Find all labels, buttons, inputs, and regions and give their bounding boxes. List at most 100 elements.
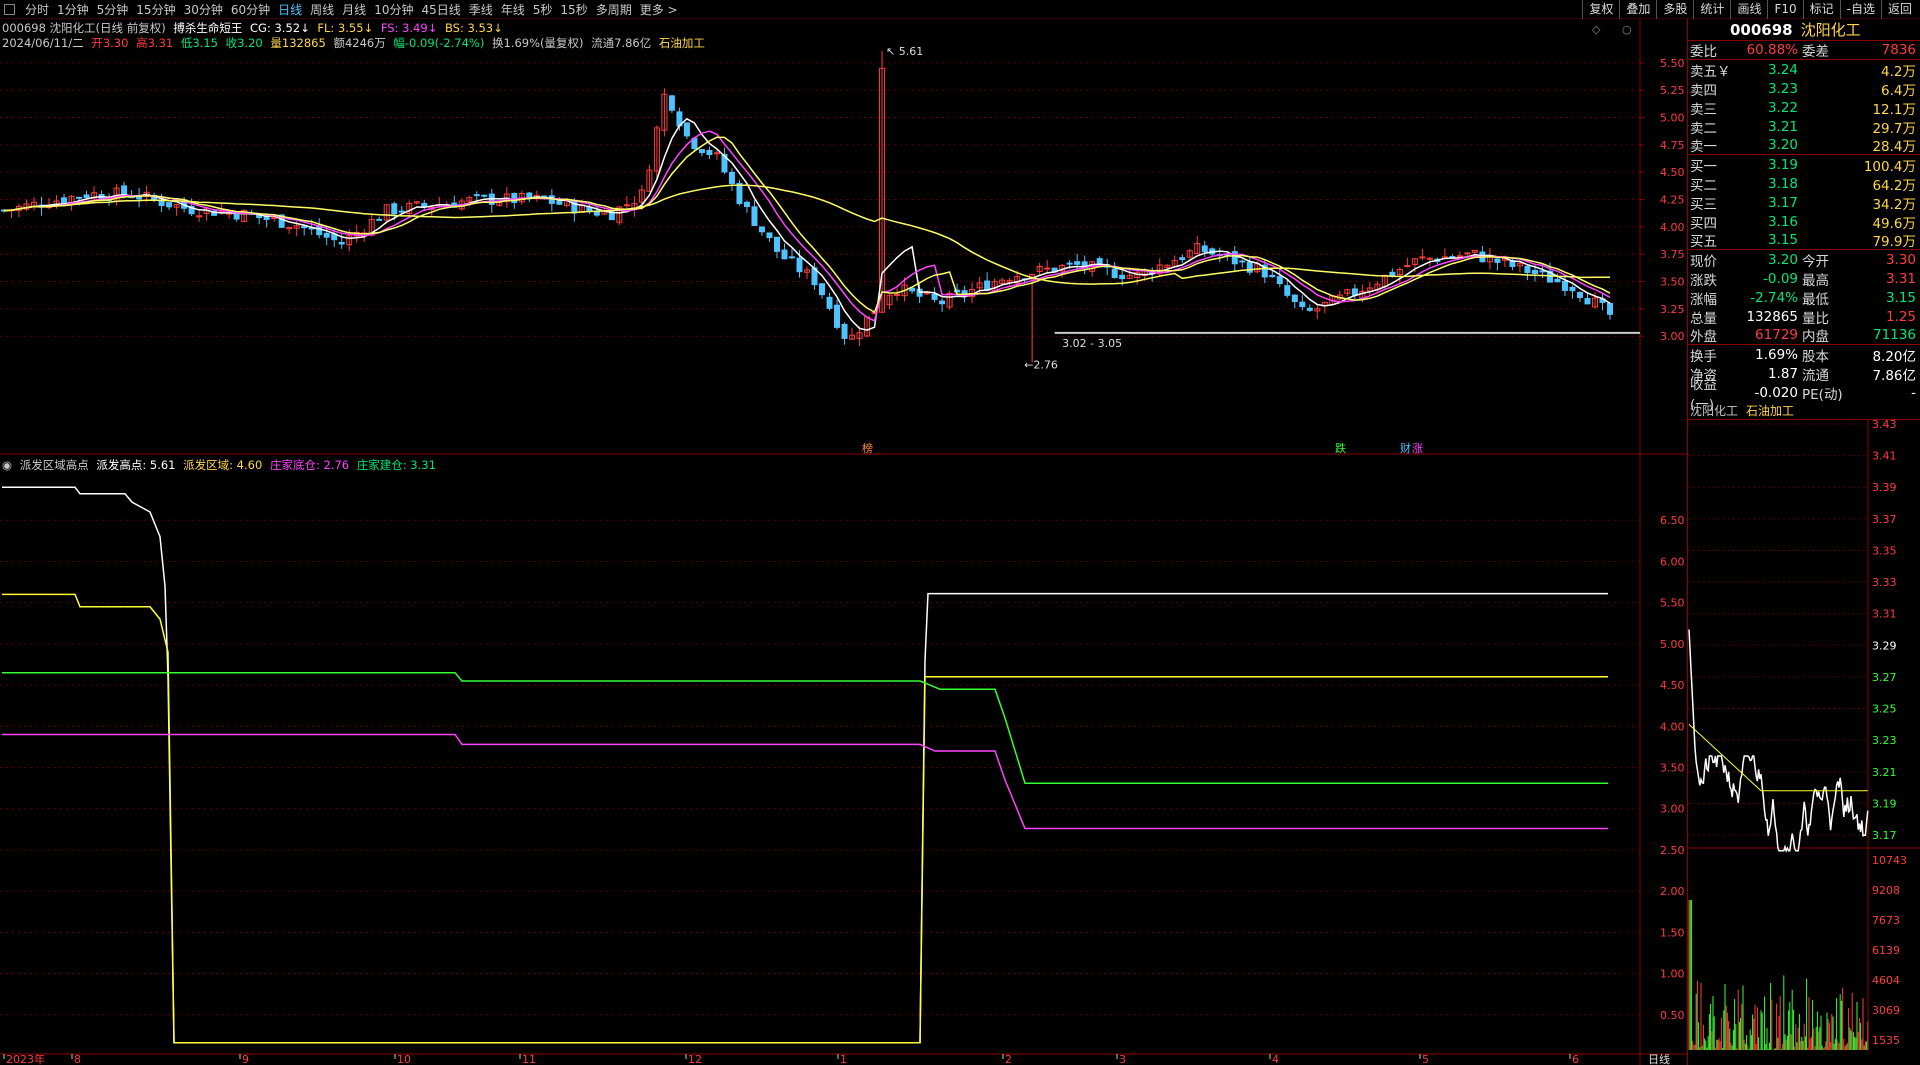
mini-price-label: 3.31 bbox=[1872, 608, 1897, 621]
mini-volume-label: 1535 bbox=[1872, 1034, 1900, 1047]
stat-value-a-1: -0.09 bbox=[1763, 270, 1798, 287]
candle-body bbox=[1239, 260, 1246, 263]
overlay-button[interactable]: 叠加 bbox=[1619, 0, 1656, 19]
ask-row-2-label: 卖二 bbox=[1690, 120, 1717, 137]
candle-body bbox=[706, 150, 713, 155]
ask-row-1-volume: 28.4万 bbox=[1872, 139, 1916, 155]
diamond-icon-main: ◇ bbox=[1592, 23, 1601, 36]
bid-row-3: 买三 3.17 34.2万 bbox=[1688, 193, 1920, 213]
candle-body bbox=[826, 296, 833, 309]
period-tab-monthly[interactable]: 月线 bbox=[338, 1, 370, 19]
moving-averages bbox=[3, 117, 1611, 331]
candle-body bbox=[61, 197, 68, 204]
period-tab-fenshi[interactable]: 分时 bbox=[21, 1, 53, 19]
x-tick-label: 12 bbox=[688, 1053, 702, 1065]
period-high-label: ↖ 5.61 bbox=[886, 45, 923, 58]
period-tab-60min[interactable]: 60分钟 bbox=[227, 1, 274, 19]
ask-row-5-price: 3.24 bbox=[1767, 61, 1798, 78]
period-tab-5min[interactable]: 5分钟 bbox=[93, 1, 133, 19]
period-tab-5sec[interactable]: 5秒 bbox=[529, 1, 557, 19]
candle-body bbox=[1299, 301, 1306, 308]
stat2-value-a-2: -0.020 bbox=[1754, 384, 1798, 401]
mini-sector-name[interactable]: 石油加工 bbox=[1746, 402, 1794, 419]
stat2-label-a-0: 换手 bbox=[1690, 348, 1717, 365]
bid-row-4: 买四 3.16 49.6万 bbox=[1688, 212, 1920, 232]
stat-label-a-1: 涨跌 bbox=[1690, 272, 1717, 289]
period-label: 日线 bbox=[1648, 1052, 1670, 1065]
x-tick-label: 1 bbox=[840, 1053, 847, 1065]
quote-stats-fundamental: 换手 1.69% 股本 8.20亿 净资 1.87 流通 7.86亿 收益(一) -0.020 PE… bbox=[1688, 345, 1920, 413]
intraday-mini-chart[interactable]: 3.43 3.41 3.39 3.37 3.35 3.33 3.31 3.29 3.27 3.25… bbox=[1688, 418, 1920, 1053]
stat-row-4: 外盘 61729 内盘 71136 bbox=[1688, 326, 1920, 345]
stock-name[interactable]: 沈阳化工 bbox=[1801, 19, 1861, 40]
stat2-row-2: 收益(一) -0.020 PE(动) - bbox=[1688, 377, 1920, 413]
sub-value-axis: 6.50 6.00 5.50 5.00 4.50 4.00 3.50 3.00 2.50 2.00… bbox=[1660, 514, 1685, 1022]
period-tab-15min[interactable]: 15分钟 bbox=[132, 1, 179, 19]
stat-value-a-2: -2.74% bbox=[1750, 289, 1798, 306]
candlesticks bbox=[1, 50, 1613, 363]
period-tab-10min[interactable]: 10分钟 bbox=[370, 1, 417, 19]
stat2-row-0: 换手 1.69% 股本 8.20亿 bbox=[1688, 345, 1920, 365]
candle-body bbox=[751, 206, 758, 226]
candle-body bbox=[683, 122, 690, 137]
period-tab-yearly[interactable]: 年线 bbox=[497, 1, 529, 19]
mark-button[interactable]: 标记 bbox=[1802, 0, 1840, 19]
candle-body bbox=[894, 293, 901, 296]
mini-price-label: 3.39 bbox=[1872, 481, 1897, 494]
sub-indicator-name[interactable]: 派发区域高点 bbox=[20, 458, 89, 472]
distribution-indicator-lines bbox=[2, 486, 1608, 1044]
statistics-button[interactable]: 统计 bbox=[1693, 0, 1730, 19]
draw-line-button[interactable]: 画线 bbox=[1730, 0, 1767, 19]
candle-body bbox=[1607, 302, 1613, 315]
period-tab-more[interactable]: 更多 > bbox=[636, 1, 682, 19]
period-tab-15sec[interactable]: 15秒 bbox=[556, 1, 591, 19]
multi-stock-button[interactable]: 多股 bbox=[1656, 0, 1693, 19]
mini-price-label: 3.35 bbox=[1872, 544, 1897, 557]
candle-body bbox=[473, 194, 480, 197]
x-tick-label: 2023年 bbox=[6, 1052, 45, 1065]
stat-value-b-0: 3.30 bbox=[1885, 251, 1916, 268]
period-tab-45day[interactable]: 45日线 bbox=[417, 1, 464, 19]
restore-rights-button[interactable]: 复权 bbox=[1582, 0, 1619, 19]
ask-row-5-volume: 4.2万 bbox=[1881, 63, 1916, 80]
chart-area[interactable]: 5.50 5.25 5.00 4.75 4.50 4.25 4.00 3.75 3.50 3.25… bbox=[0, 19, 1687, 1065]
mini-volume-label: 7673 bbox=[1872, 914, 1900, 927]
mini-price-label: 3.43 bbox=[1872, 420, 1897, 431]
menu-square-icon[interactable] bbox=[4, 4, 15, 15]
period-tab-daily[interactable]: 日线 bbox=[274, 1, 306, 19]
mini-stock-name[interactable]: 沈阳化工 bbox=[1690, 402, 1738, 419]
x-tick-label: 3 bbox=[1119, 1053, 1126, 1065]
candle-body bbox=[1246, 261, 1253, 273]
legend-distribution-zone: 派发区域: 4.60 bbox=[183, 458, 263, 472]
main-price-axis: 5.50 5.25 5.00 4.75 4.50 4.25 4.00 3.75 3.50 3.25… bbox=[1640, 57, 1685, 343]
candle-body bbox=[1554, 278, 1561, 283]
price-annotations: ↖ 5.61 ←2.76 3.02 - 3.05 榜 跌 财涨 ◇ ○ bbox=[862, 23, 1640, 455]
sub-indicator-icon[interactable]: ◉ bbox=[2, 458, 12, 472]
candle-body bbox=[1569, 286, 1576, 292]
candle-body bbox=[1269, 274, 1276, 278]
ask-row-4-label: 卖四 bbox=[1690, 82, 1717, 99]
f10-button[interactable]: F10 bbox=[1767, 0, 1802, 19]
period-tab-weekly[interactable]: 周线 bbox=[306, 1, 338, 19]
price-tick-label: 5.50 bbox=[1660, 57, 1685, 70]
sub-tick-label: 0.50 bbox=[1660, 1009, 1685, 1022]
price-tick-label: 5.00 bbox=[1660, 112, 1685, 125]
top-toolbar: 分时 1分钟 5分钟 15分钟 30分钟 60分钟 日线 周线 月线 10分钟 … bbox=[0, 0, 1920, 19]
period-tab-multi[interactable]: 多周期 bbox=[592, 1, 636, 19]
dealer-build-line bbox=[2, 671, 1608, 784]
quote-header: 000698 沈阳化工 bbox=[1688, 19, 1920, 41]
candle-body bbox=[1306, 307, 1313, 311]
period-tab-quarterly[interactable]: 季线 bbox=[465, 1, 497, 19]
back-button[interactable]: 返回 bbox=[1880, 0, 1918, 19]
stat2-label-b-0: 股本 bbox=[1802, 348, 1829, 365]
stat-label-a-3: 总量 bbox=[1690, 310, 1717, 327]
mini-price-label: 3.21 bbox=[1872, 766, 1897, 779]
period-tab-1min[interactable]: 1分钟 bbox=[53, 1, 93, 19]
remove-watchlist-button[interactable]: -自选 bbox=[1839, 0, 1881, 19]
candle-body bbox=[1351, 288, 1358, 296]
period-tab-30min[interactable]: 30分钟 bbox=[180, 1, 227, 19]
candle-body bbox=[1066, 262, 1073, 265]
sub-tick-label: 6.50 bbox=[1660, 514, 1685, 527]
candle-body bbox=[924, 292, 931, 295]
candle-body bbox=[766, 232, 773, 239]
